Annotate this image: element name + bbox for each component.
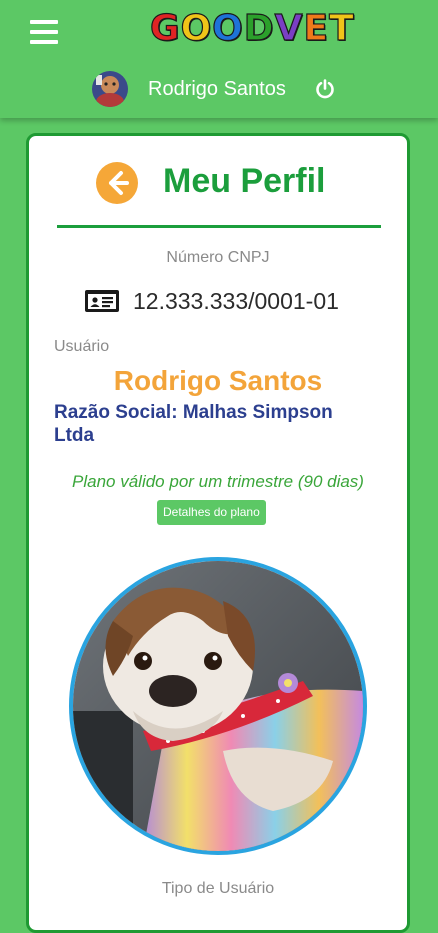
back-arrow-icon[interactable] — [96, 162, 138, 204]
title-divider — [57, 225, 381, 228]
logo-letter: V — [274, 7, 304, 49]
logo-letter: T — [329, 7, 355, 49]
app-header: G O O D V E T Rodrigo Santos — [0, 0, 438, 118]
cnpj-row: 12.333.333/0001-01 — [85, 286, 339, 316]
goodvet-logo: G O O D V E T — [149, 6, 355, 50]
plan-validity-text: Plano válido por um trimestre (90 dias) — [72, 472, 364, 491]
id-card-icon — [85, 290, 119, 312]
pet-photo — [69, 557, 367, 855]
logo-letter: O — [212, 7, 244, 49]
logo-letter: O — [180, 7, 213, 49]
razao-social: Razão Social: Malhas Simpson Ltda — [54, 402, 333, 446]
logo-letter: D — [243, 7, 275, 49]
power-icon[interactable] — [314, 78, 336, 100]
header-user-bar: Rodrigo Santos — [92, 70, 336, 108]
logo-letter: G — [149, 7, 181, 49]
avatar[interactable] — [92, 71, 128, 107]
cnpj-value: 12.333.333/0001-01 — [133, 288, 339, 314]
plan-details-button[interactable]: Detalhes do plano — [157, 500, 266, 525]
user-type-label: Tipo de Usuário — [161, 880, 275, 897]
header-user-name: Rodrigo Santos — [148, 77, 286, 100]
logo-letter: E — [303, 7, 330, 49]
cnpj-label: Número CNPJ — [166, 249, 270, 266]
profile-card: Meu Perfil Número CNPJ 12.333.333/0001-0… — [26, 133, 410, 933]
hamburger-menu-icon[interactable] — [30, 20, 58, 44]
page-title: Meu Perfil — [163, 162, 326, 200]
user-label: Usuário — [54, 338, 110, 355]
profile-user-name: Rodrigo Santos — [113, 365, 323, 396]
